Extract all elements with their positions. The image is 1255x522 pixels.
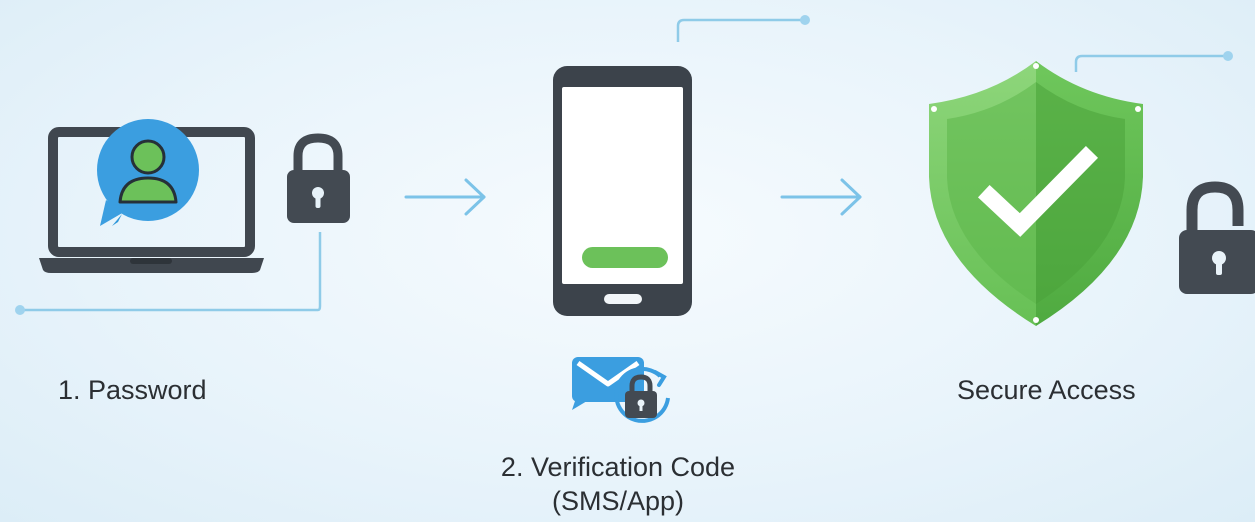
connector-line-top xyxy=(676,18,805,42)
flow-diagram xyxy=(15,15,1255,423)
message-lock-icon xyxy=(572,357,670,423)
step-access-label: Secure Access xyxy=(957,375,1136,405)
arrow-right-icon xyxy=(780,178,862,216)
step-verification-label: 2. Verification Code (SMS/App) xyxy=(473,450,763,518)
connector-line-right xyxy=(1074,54,1228,72)
smartphone-icon xyxy=(553,66,692,316)
user-avatar-icon xyxy=(97,119,199,226)
padlock-open-icon xyxy=(1179,181,1255,294)
step-verification-label-line1: 2. Verification Code xyxy=(500,452,736,482)
verify-button-graphic xyxy=(582,247,668,268)
padlock-closed-icon xyxy=(287,133,350,223)
shield-check-icon xyxy=(929,61,1143,326)
connector-dot-left xyxy=(15,305,25,315)
step-password-label: 1. Password xyxy=(58,375,207,405)
connector-dot-top xyxy=(800,15,810,25)
connector-dot-right xyxy=(1223,51,1233,61)
step-verification-label-line2: (SMS/App) xyxy=(551,486,685,516)
arrow-right-icon xyxy=(404,178,486,216)
